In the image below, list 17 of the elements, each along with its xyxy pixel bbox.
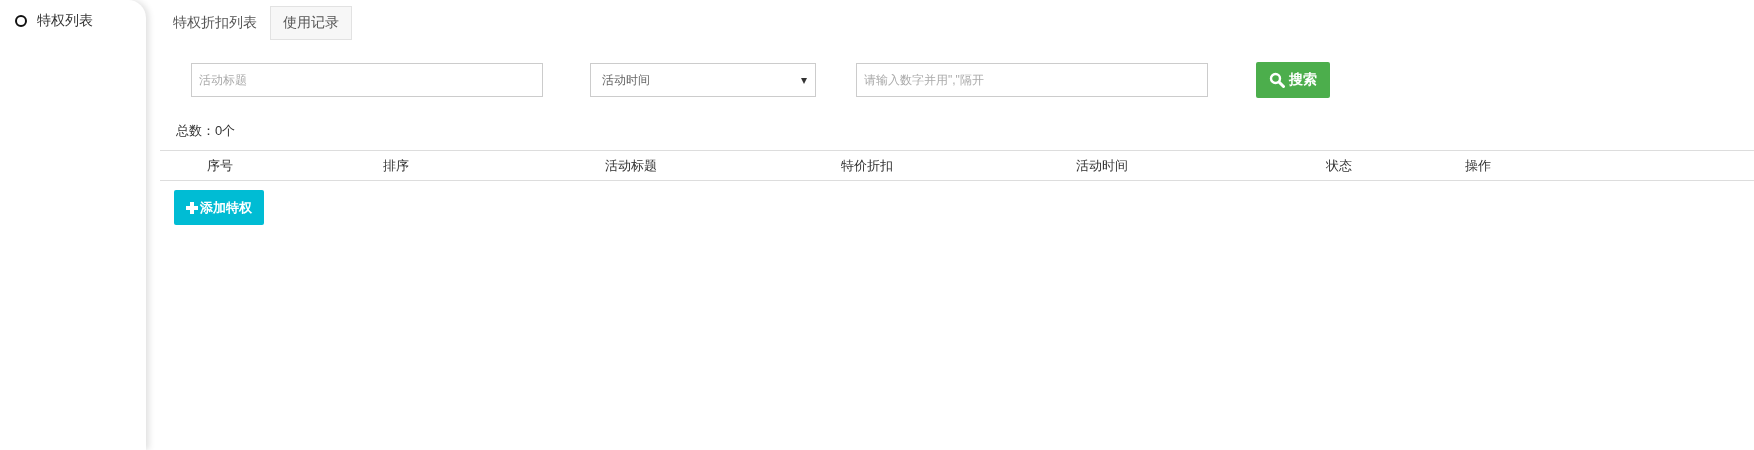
search-icon: [1269, 72, 1285, 88]
column-header: 排序: [383, 157, 409, 173]
tab[interactable]: 使用记录: [270, 6, 352, 40]
column-header: 序号: [207, 157, 233, 173]
column-header: 操作: [1465, 157, 1491, 173]
title-field[interactable]: 活动标题: [191, 63, 543, 97]
column-header: 状态: [1326, 157, 1352, 173]
column-header: 活动标题: [605, 157, 657, 173]
circle-icon: [15, 15, 27, 27]
number-field[interactable]: 请输入数字并用","隔开: [856, 63, 1208, 97]
sidebar-item[interactable]: 特权列表: [37, 12, 93, 30]
total-label: 总数：: [176, 122, 215, 140]
time-dropdown[interactable]: 活动时间 ▾: [590, 63, 816, 97]
total-count: 0个: [215, 122, 236, 140]
plus-icon: [186, 201, 198, 214]
column-header: 特价折扣: [841, 157, 893, 173]
column-header: 活动时间: [1076, 157, 1128, 173]
